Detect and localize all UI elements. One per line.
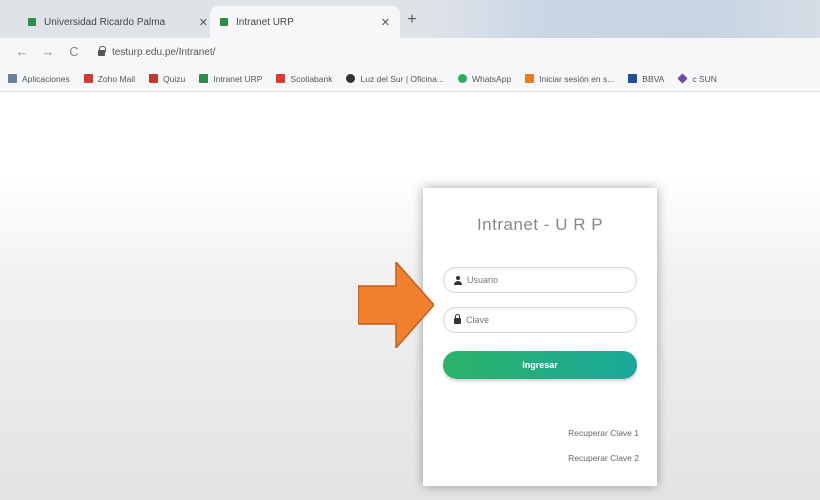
bookmark-apps[interactable]: Aplicaciones — [8, 74, 70, 84]
bookmark-whatsapp[interactable]: WhatsApp — [457, 73, 512, 84]
tab-close-icon[interactable]: ✕ — [375, 16, 390, 29]
bookmark-label: c SUN — [692, 73, 717, 84]
bookmark-bbva[interactable]: BBVA — [628, 74, 664, 84]
bookmark-label: Scotiabank — [290, 73, 333, 84]
tab-label: Universidad Ricardo Palma — [44, 16, 166, 28]
username-input[interactable] — [467, 275, 617, 285]
login-card: Intranet - U R P Ingresar Recuperar Clav… — [423, 188, 657, 486]
url-bar[interactable]: testurp.edu.pe/Intranet/ — [98, 43, 798, 61]
bbva-icon — [628, 74, 638, 83]
forward-icon[interactable]: → — [40, 44, 56, 59]
address-bar-row: ← → C testurp.edu.pe/Intranet/ — [0, 38, 820, 66]
bookmark-label: Aplicaciones — [22, 73, 70, 84]
tab-close-icon[interactable]: ✕ — [193, 16, 208, 29]
login-button[interactable]: Ingresar — [443, 351, 637, 379]
recover-password-1-link[interactable]: Recuperar Clave 1 — [568, 428, 639, 438]
bookmark-label: Zoho Mail — [97, 73, 136, 84]
microsoft-icon — [525, 74, 535, 83]
intranet-urp-icon — [199, 74, 209, 83]
bookmark-iniciar-sesion[interactable]: Iniciar sesión en s... — [525, 74, 614, 84]
apps-grid-icon — [8, 74, 17, 83]
bookmark-intranet-urp[interactable]: Intranet URP — [199, 74, 262, 84]
bookmark-scotiabank[interactable]: Scotiabank — [276, 74, 332, 84]
pointing-arrow-icon — [358, 262, 434, 348]
lock-icon — [454, 314, 461, 324]
back-icon[interactable]: ← — [14, 44, 30, 59]
browser-tab-strip: Universidad Ricardo Palma ✕ Intranet URP… — [0, 0, 820, 38]
bookmark-zoho-mail[interactable]: Zoho Mail — [83, 73, 136, 84]
password-input[interactable] — [466, 315, 616, 325]
tab-label: Intranet URP — [236, 16, 294, 28]
bookmark-label: Quizu — [163, 73, 186, 84]
scotiabank-icon — [276, 74, 286, 83]
tab-intranet[interactable]: Intranet URP ✕ — [210, 6, 400, 38]
bookmark-label: BBVA — [642, 73, 665, 84]
bookmark-label: Luz del Sur | Oficina... — [360, 73, 444, 84]
whatsapp-icon — [457, 74, 467, 83]
bookmark-sun[interactable]: c SUN — [677, 73, 717, 84]
zoho-mail-icon — [83, 74, 93, 83]
bookmark-quizu[interactable]: Quizu — [149, 74, 185, 84]
new-tab-button[interactable]: + — [402, 10, 422, 30]
quizu-icon — [149, 74, 159, 83]
tab-favicon-icon — [220, 18, 228, 26]
login-title: Intranet - U R P — [476, 215, 604, 234]
tab-favicon-icon — [28, 18, 36, 26]
sun-diamond-icon — [677, 73, 688, 84]
url-text: testurp.edu.pe/Intranet/ — [112, 46, 216, 58]
bookmark-label: Iniciar sesión en s... — [539, 73, 615, 84]
bookmark-luz-del-sur[interactable]: Luz del Sur | Oficina... — [346, 73, 444, 84]
bookmark-label: Intranet URP — [213, 73, 263, 84]
password-field[interactable] — [443, 307, 637, 333]
lock-icon — [98, 46, 106, 56]
luz-del-sur-icon — [346, 74, 356, 83]
recover-password-2-link[interactable]: Recuperar Clave 2 — [568, 453, 639, 463]
username-field[interactable] — [443, 267, 637, 293]
bookmarks-bar: Aplicaciones Zoho Mail Quizu Intranet UR… — [0, 66, 820, 92]
reload-icon[interactable]: C — [66, 44, 82, 59]
user-icon — [454, 275, 462, 285]
tab-universidad[interactable]: Universidad Ricardo Palma ✕ — [18, 6, 218, 38]
tab-strip-background — [430, 0, 820, 38]
bookmark-label: WhatsApp — [471, 73, 512, 84]
arrow-shape — [358, 262, 434, 348]
